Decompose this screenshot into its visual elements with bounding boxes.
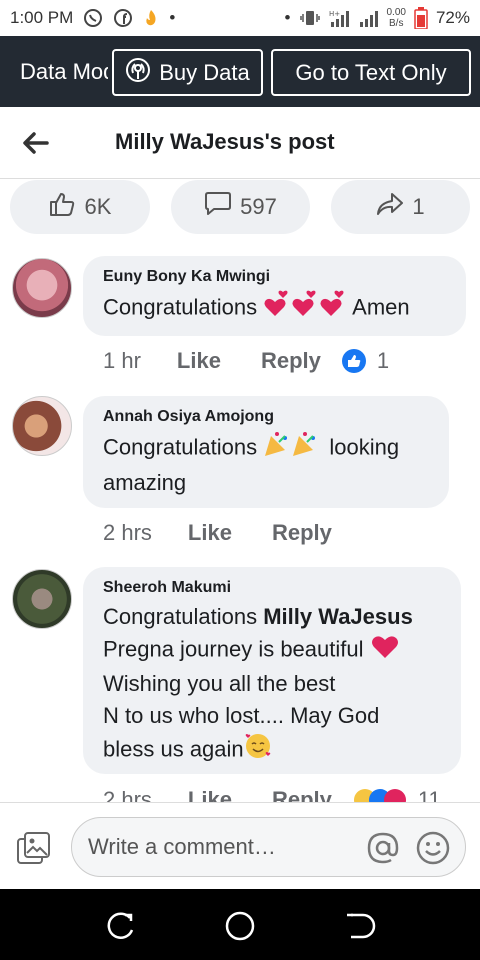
avatar[interactable] xyxy=(12,258,72,318)
party-popper-emoji xyxy=(263,430,323,467)
comment-count: 597 xyxy=(240,194,277,219)
comment-meta: 1 hr Like Reply 1 xyxy=(103,348,389,374)
commenter-name[interactable]: Euny Bony Ka Mwingi xyxy=(103,268,446,286)
back-arrow-icon xyxy=(23,132,49,154)
commenter-name[interactable]: Sheeroh Makumi xyxy=(103,579,441,597)
comment-meta: 2 hrs Like Reply 11 xyxy=(103,787,441,802)
network-speed: 0.00 B/s xyxy=(386,7,406,29)
dot-indicator-2: • xyxy=(284,8,291,27)
reply-button[interactable]: Reply xyxy=(261,348,321,374)
mention-at-icon[interactable] xyxy=(366,831,400,865)
comment-text: Congratulations Amen xyxy=(103,290,446,327)
text-only-label: Go to Text Only xyxy=(295,59,447,85)
thumbs-up-icon xyxy=(49,191,77,223)
comment-bubble-icon xyxy=(204,191,232,223)
comment-text: Congratulations Milly WaJesus Pregna jou… xyxy=(103,601,441,769)
like-button[interactable]: Like xyxy=(188,520,232,546)
comment-input[interactable]: Write a comment… xyxy=(71,817,466,877)
red-heart-emoji xyxy=(370,633,400,668)
broadcast-icon xyxy=(125,57,151,89)
svg-text:H+: H+ xyxy=(329,10,340,18)
signal-icon-2 xyxy=(359,9,379,27)
share-count-button[interactable]: 1 xyxy=(331,180,470,234)
like-button[interactable]: Like xyxy=(188,787,232,802)
back-button[interactable] xyxy=(20,127,52,159)
vibrate-icon xyxy=(299,9,321,27)
reaction-count[interactable]: 1 xyxy=(377,348,389,374)
like-count-button[interactable]: 6K xyxy=(10,180,150,234)
buy-data-button[interactable]: Buy Data xyxy=(112,49,263,96)
comment-meta: 2 hrs Like Reply xyxy=(103,520,352,546)
comment-bubble: Euny Bony Ka Mwingi Congratulations Amen xyxy=(83,256,466,336)
battery-icon xyxy=(414,7,428,29)
post-header: Milly WaJesus's post xyxy=(0,107,480,179)
comment-bubble: Sheeroh Makumi Congratulations Milly WaJ… xyxy=(83,567,461,774)
data-mode-label: Data Mode xyxy=(20,58,108,84)
page-title: Milly WaJesus's post xyxy=(115,129,335,154)
reply-button[interactable]: Reply xyxy=(272,520,332,546)
mention-link[interactable]: Milly WaJesus xyxy=(263,604,413,629)
battery-percent: 72% xyxy=(435,8,470,27)
avatar[interactable] xyxy=(12,396,72,456)
reply-button[interactable]: Reply xyxy=(272,787,332,802)
like-count: 6K xyxy=(84,194,112,219)
smiling-hearts-emoji xyxy=(244,732,272,769)
whatsapp-icon xyxy=(83,8,103,28)
emoji-smiley-icon[interactable] xyxy=(416,831,450,865)
status-bar: 1:00 PM • • H+ 0.00 B/s 72% xyxy=(0,0,480,36)
dot-indicator: • xyxy=(169,8,176,27)
like-reaction-icon[interactable] xyxy=(341,348,367,374)
reaction-icons[interactable] xyxy=(352,787,412,802)
back-nav-icon[interactable] xyxy=(343,909,377,943)
text-only-button[interactable]: Go to Text Only xyxy=(271,49,471,96)
photo-icon[interactable] xyxy=(16,831,52,867)
comment-count-button[interactable]: 597 xyxy=(171,180,310,234)
comment-time[interactable]: 2 hrs xyxy=(103,520,152,546)
commenter-name[interactable]: Annah Osiya Amojong xyxy=(103,408,429,426)
avatar[interactable] xyxy=(12,569,72,629)
like-button[interactable]: Like xyxy=(177,348,221,374)
comment-time[interactable]: 1 hr xyxy=(103,348,141,374)
comment-bubble: Annah Osiya Amojong Congratulations look… xyxy=(83,396,449,508)
comment-text: Congratulations looking amazing xyxy=(103,430,429,499)
comment-composer: Write a comment… xyxy=(0,802,480,889)
reaction-count[interactable]: 11 xyxy=(418,787,441,802)
clock: 1:00 PM xyxy=(10,8,74,27)
comment-time[interactable]: 2 hrs xyxy=(103,787,152,802)
reaction-row: 6K 597 1 xyxy=(0,180,480,236)
signal-icon: H+ xyxy=(329,9,351,27)
fire-icon xyxy=(143,8,159,28)
facebook-icon xyxy=(113,8,133,28)
home-icon[interactable] xyxy=(223,909,257,943)
hearts-emoji xyxy=(263,290,347,327)
buy-data-label: Buy Data xyxy=(159,59,250,85)
share-arrow-icon xyxy=(376,192,404,222)
system-nav-bar xyxy=(0,889,480,960)
data-mode-bar: Data Mode Buy Data Go to Text Only xyxy=(0,36,480,107)
recent-apps-icon[interactable] xyxy=(103,909,137,943)
share-count: 1 xyxy=(412,194,425,219)
